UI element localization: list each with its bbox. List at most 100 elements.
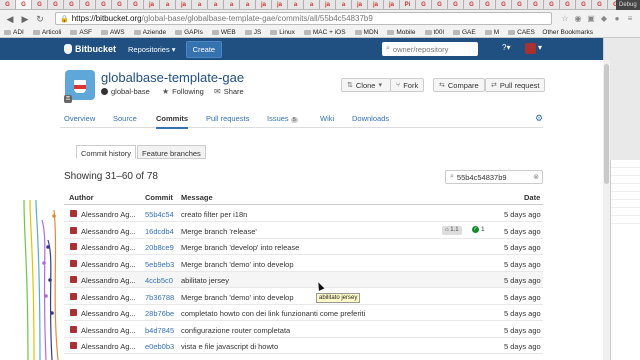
commit-hash-link[interactable]: 7b36788 xyxy=(145,293,174,302)
browser-tab[interactable]: G xyxy=(592,0,608,9)
tag-badge[interactable]: ⌂ 1.1 xyxy=(442,225,462,235)
browser-tab[interactable]: G xyxy=(448,0,464,9)
bookmark-item[interactable]: Linux xyxy=(270,29,295,36)
browser-tab[interactable]: G xyxy=(16,0,32,9)
menu-icon[interactable]: ≡ xyxy=(624,13,636,25)
commit-hash-link[interactable]: 16dcdb4 xyxy=(145,227,174,236)
message-cell[interactable]: Merge branch 'release' xyxy=(181,227,257,236)
extension-icon[interactable]: ◆ xyxy=(598,13,610,25)
table-row[interactable]: Alessandro Ag... 4ccb5c0 abilitato jersey 5… xyxy=(64,272,543,288)
tab-overview[interactable]: Overview xyxy=(64,114,95,123)
browser-tab[interactable]: G xyxy=(528,0,544,9)
bookmark-item[interactable]: t00l xyxy=(424,29,444,36)
table-row[interactable]: Alessandro Ag... 16dcdb4 Merge branch 'rel… xyxy=(64,223,543,239)
page-scrollbar[interactable] xyxy=(603,60,610,360)
commit-hash-link[interactable]: 28b76be xyxy=(145,309,174,318)
browser-tab[interactable]: ja xyxy=(272,0,288,9)
table-row[interactable]: Alessandro Ag... 55b4c54 creato filter per… xyxy=(64,206,543,222)
browser-tab[interactable]: a xyxy=(240,0,256,9)
author-cell[interactable]: Alessandro Ag... xyxy=(81,243,136,252)
bookmark-item[interactable]: Aziende xyxy=(133,29,166,36)
commit-hash-link[interactable]: 4ccb5c0 xyxy=(145,276,173,285)
author-cell[interactable]: Alessandro Ag... xyxy=(81,342,136,351)
reload-icon[interactable]: ↻ xyxy=(34,13,46,25)
browser-tab[interactable]: ja xyxy=(144,0,160,9)
share-button[interactable]: ✉ Share xyxy=(214,87,244,96)
gear-icon[interactable]: ⚙ xyxy=(535,113,543,124)
help-icon[interactable]: ?▾ xyxy=(502,43,510,52)
browser-tab[interactable]: a xyxy=(336,0,352,9)
tab-pull-requests[interactable]: Pull requests xyxy=(206,114,249,123)
browser-tab[interactable]: ja xyxy=(176,0,192,9)
bookmark-item[interactable]: MAC + iOS xyxy=(303,29,346,36)
repo-title[interactable]: globalbase-template-gae xyxy=(101,70,244,85)
compare-button[interactable]: ⇆ Compare xyxy=(433,78,485,92)
bookmark-item[interactable]: GAE xyxy=(452,29,476,36)
bookmark-item[interactable]: ASF xyxy=(70,29,92,36)
browser-tab[interactable]: a xyxy=(224,0,240,9)
browser-tab[interactable]: G xyxy=(576,0,592,9)
message-cell[interactable]: Merge branch 'demo' into develop xyxy=(181,260,294,269)
bookmark-item[interactable]: WEB xyxy=(211,29,236,36)
browser-tab[interactable]: G xyxy=(96,0,112,9)
commit-hash-link[interactable]: b4d7845 xyxy=(145,326,174,335)
bookmark-item[interactable]: Mobile xyxy=(387,29,416,36)
bookmark-item[interactable]: CAES xyxy=(508,29,535,36)
browser-tab[interactable]: a xyxy=(192,0,208,9)
user-avatar[interactable] xyxy=(525,43,536,54)
table-row[interactable]: Alessandro Ag... 7b36788 Merge branch 'dem… xyxy=(64,289,543,305)
address-bar[interactable]: 🔒 https://bitbucket.org /global-base/glo… xyxy=(55,12,552,25)
browser-tab[interactable]: a xyxy=(208,0,224,9)
browser-tab[interactable]: G xyxy=(560,0,576,9)
browser-tab[interactable]: G xyxy=(80,0,96,9)
extension-icon[interactable]: ◉ xyxy=(572,13,584,25)
bitbucket-logo[interactable]: Bitbucket xyxy=(75,44,116,54)
table-row[interactable]: Alessandro Ag... e0eb0b3 vista e file java… xyxy=(64,338,543,354)
follow-button[interactable]: ★ Following xyxy=(162,87,204,96)
browser-tab[interactable]: G xyxy=(112,0,128,9)
tab-wiki[interactable]: Wiki xyxy=(320,114,334,123)
commit-hash-link[interactable]: 20b8ce9 xyxy=(145,243,174,252)
tab-commits[interactable]: Commits xyxy=(156,114,189,129)
bookmark-item[interactable]: GAPIs xyxy=(175,29,203,36)
author-cell[interactable]: Alessandro Ag... xyxy=(81,293,136,302)
table-row[interactable]: Alessandro Ag... 28b76be completato howto … xyxy=(64,305,543,321)
repositories-menu[interactable]: Repositories ▾ xyxy=(128,45,176,54)
browser-tab[interactable]: a xyxy=(288,0,304,9)
author-cell[interactable]: Alessandro Ag... xyxy=(81,210,136,219)
browser-tab[interactable]: Pi xyxy=(400,0,416,9)
browser-tab[interactable]: ja xyxy=(256,0,272,9)
author-cell[interactable]: Alessandro Ag... xyxy=(81,309,136,318)
message-cell[interactable]: configurazione router completata xyxy=(181,326,290,335)
author-cell[interactable]: Alessandro Ag... xyxy=(81,326,136,335)
browser-tab[interactable]: G xyxy=(416,0,432,9)
bookmark-item[interactable]: ADI xyxy=(4,29,24,36)
debug-tab[interactable]: Debug xyxy=(616,0,640,10)
message-cell[interactable]: abilitato jersey xyxy=(181,276,229,285)
table-row[interactable]: Alessandro Ag... 5eb9eb3 Merge branch 'dem… xyxy=(64,256,543,272)
browser-tab[interactable]: ja xyxy=(384,0,400,9)
table-row[interactable]: Alessandro Ag... 20b8ce9 Merge branch 'dev… xyxy=(64,239,543,255)
browser-tab[interactable]: G xyxy=(64,0,80,9)
pull-request-button[interactable]: ⇄ Pull request xyxy=(485,78,546,92)
extension-icon[interactable]: ● xyxy=(611,13,623,25)
message-cell[interactable]: vista e file javascript di howto xyxy=(181,342,278,351)
browser-tab[interactable]: ja xyxy=(368,0,384,9)
bookmark-item[interactable]: M xyxy=(484,29,499,36)
browser-tab[interactable]: G xyxy=(544,0,560,9)
table-row[interactable]: Alessandro Ag... b4d7845 configurazione ro… xyxy=(64,322,543,338)
star-icon[interactable]: ☆ xyxy=(559,13,571,25)
scroll-thumb[interactable] xyxy=(604,64,609,184)
browser-tab[interactable]: G xyxy=(480,0,496,9)
bookmark-item[interactable]: JS xyxy=(244,29,261,36)
browser-tab[interactable]: a xyxy=(160,0,176,9)
author-cell[interactable]: Alessandro Ag... xyxy=(81,276,136,285)
bookmark-item[interactable]: Articoli xyxy=(32,29,61,36)
browser-tab[interactable]: G xyxy=(512,0,528,9)
browser-tab[interactable]: G xyxy=(0,0,16,9)
forward-icon[interactable]: ▶ xyxy=(19,13,31,25)
browser-tab[interactable]: G xyxy=(432,0,448,9)
bitbucket-logo-icon[interactable] xyxy=(64,44,72,54)
browser-tab[interactable]: G xyxy=(464,0,480,9)
commit-hash-link[interactable]: 5eb9eb3 xyxy=(145,260,174,269)
